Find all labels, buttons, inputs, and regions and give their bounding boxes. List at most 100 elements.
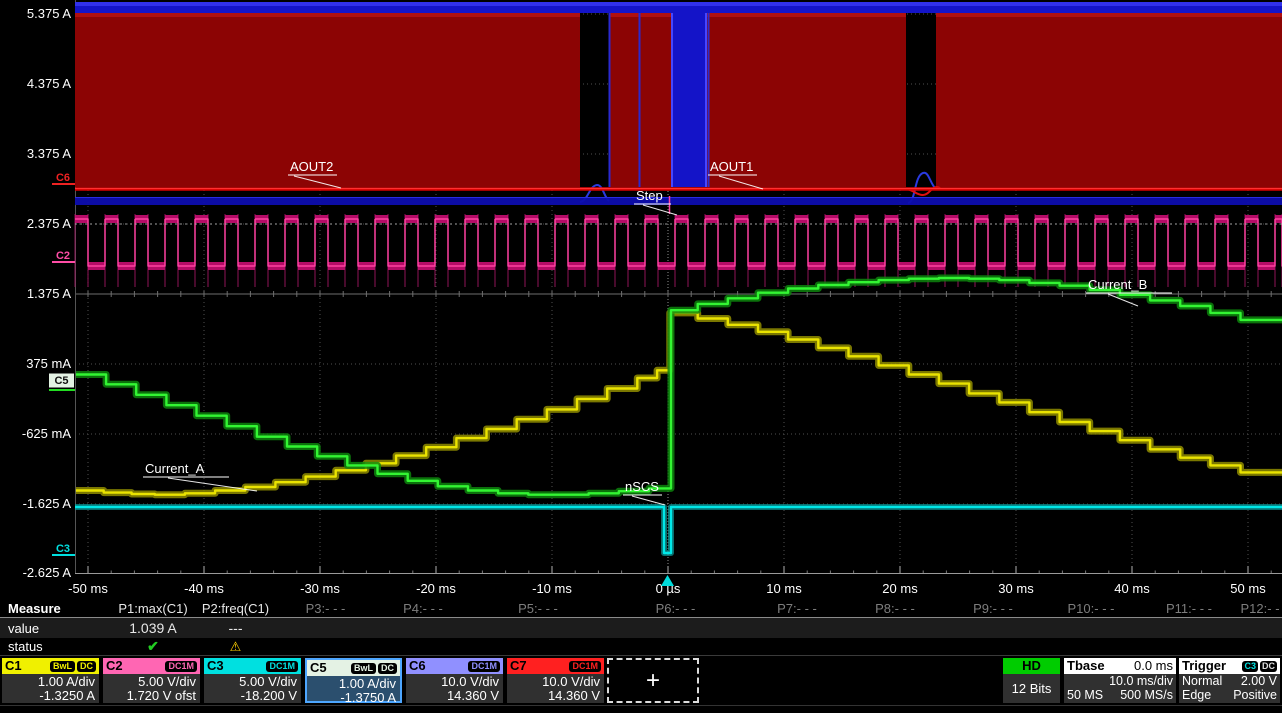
channel-descriptor-c3[interactable]: C3 DC1M 5.00 V/div-18.200 V [204,658,301,703]
svg-text:-10 ms: -10 ms [532,581,572,596]
measure-header-row: Measure P1:max(C1)P2:freq(C1)P3:- - -P4:… [0,600,1282,618]
svg-text:AOUT1: AOUT1 [710,159,753,174]
measure-p2-header[interactable]: P2:freq(C1) [193,601,278,616]
trace-aout-pwm [75,2,1282,205]
channel-scale: 5.00 V/div [204,675,297,689]
measure-p10-header[interactable]: P10:- - - [1042,601,1140,616]
svg-text:4.375 A: 4.375 A [27,76,71,91]
measure-p12-header[interactable]: P12:- - - [1238,601,1282,616]
descriptor-bar: C1BwLDC1.00 A/div-1.3250 AC2DC1M5.00 V/d… [0,655,1282,713]
channel-descriptor-c1[interactable]: C1BwLDC1.00 A/div-1.3250 A [2,658,99,703]
timebase-samples: 50 MS [1067,688,1103,702]
trigger-coupling-badge: DC [1260,661,1277,672]
coupling-badge: DC1M [266,661,298,672]
channel-scale: 1.00 A/div [307,677,396,691]
svg-text:50 ms: 50 ms [1230,581,1266,596]
coupling-badge: BwL [351,663,376,674]
channel-offset: -1.3250 A [2,689,95,703]
svg-text:Current_B: Current_B [1088,277,1147,292]
channel-descriptor-c2[interactable]: C2 DC1M 5.00 V/div1.720 V ofst [103,658,200,703]
measure-status-label: status [0,639,113,654]
svg-text:nSCS: nSCS [625,479,659,494]
measure-p6-header[interactable]: P6:- - - [603,601,748,616]
channel-offset: 14.360 V [507,689,600,703]
measure-p1-value: 1.039 A [113,620,193,636]
svg-text:10 ms: 10 ms [766,581,802,596]
acquisition-mode-box[interactable]: HD 12 Bits [1003,658,1060,703]
oscilloscope-screen: 5.375 A4.375 A3.375 A2.375 A1.375 A375 m… [0,0,1282,712]
svg-text:-625 mA: -625 mA [22,426,71,441]
svg-text:1.375 A: 1.375 A [27,286,71,301]
timebase-per-div: 10.0 ms/div [1109,674,1173,688]
coupling-badge: DC1M [569,661,601,672]
svg-text:30 ms: 30 ms [998,581,1034,596]
trigger-type: Edge [1182,688,1211,702]
coupling-badge: DC1M [468,661,500,672]
svg-text:C5: C5 [54,375,68,387]
svg-text:AOUT2: AOUT2 [290,159,333,174]
svg-text:-50 ms: -50 ms [68,581,108,596]
measure-p4-header[interactable]: P4:- - - [373,601,473,616]
measure-value-row: value 1.039 A--- [0,618,1282,638]
measure-p7-header[interactable]: P7:- - - [748,601,846,616]
svg-text:375 mA: 375 mA [26,356,71,371]
measure-value-label: value [0,621,113,636]
channel-offset: 1.720 V ofst [103,689,196,703]
svg-text:3.375 A: 3.375 A [27,146,71,161]
timebase-delay: 0.0 ms [1134,658,1173,674]
svg-text:C2: C2 [56,250,70,262]
channel-id-label: C7 [510,658,527,674]
trigger-source-badge: C3 [1242,661,1258,672]
coupling-badge: DC1M [165,661,197,672]
bit-depth-label: 12 Bits [1003,674,1060,696]
measure-p3-header[interactable]: P3:- - - [278,601,373,616]
channel-id-label: C1 [5,658,22,674]
channel-scale: 5.00 V/div [103,675,196,689]
coupling-badge: DC [378,663,397,674]
svg-text:40 ms: 40 ms [1114,581,1150,596]
channel-id-label: C3 [207,658,224,674]
svg-text:C6: C6 [56,172,70,184]
measure-p9-header[interactable]: P9:- - - [944,601,1042,616]
timebase-rate: 500 MS/s [1120,688,1173,702]
measure-p2-status-warn-icon: ⚠ [193,639,278,655]
waveform-display[interactable]: 5.375 A4.375 A3.375 A2.375 A1.375 A375 m… [0,0,1282,599]
timebase-box[interactable]: Tbase 0.0 ms 10.0 ms/div 50 MS 500 MS/s [1064,658,1176,703]
svg-text:-30 ms: -30 ms [300,581,340,596]
channel-offset: -1.3750 A [307,691,396,705]
channel-descriptor-c6[interactable]: C6DC1M10.0 V/div14.360 V [406,658,503,703]
channel-scale: 10.0 V/div [406,675,499,689]
channel-id-label: C2 [106,658,123,674]
svg-text:2.375 A: 2.375 A [27,216,71,231]
measure-p8-header[interactable]: P8:- - - [846,601,944,616]
svg-text:-20 ms: -20 ms [416,581,456,596]
measure-p1-header[interactable]: P1:max(C1) [113,601,193,616]
add-trace-button[interactable]: + [607,658,699,703]
measure-table: Measure P1:max(C1)P2:freq(C1)P3:- - -P4:… [0,600,1282,655]
svg-text:-1.625 A: -1.625 A [23,496,72,511]
plus-icon: + [646,667,660,695]
svg-text:Step: Step [636,188,663,203]
svg-text:20 ms: 20 ms [882,581,918,596]
measure-p2-value: --- [193,620,278,636]
channel-id-label: C5 [310,660,327,676]
svg-text:-2.625 A: -2.625 A [23,565,72,580]
svg-text:Current_A: Current_A [145,461,205,476]
trigger-box[interactable]: Trigger C3 DC Normal 2.00 V Edge Positiv… [1179,658,1280,703]
channel-scale: 10.0 V/div [507,675,600,689]
trigger-mode: Normal [1182,674,1222,688]
hd-mode-label: HD [1003,658,1060,674]
svg-text:-40 ms: -40 ms [184,581,224,596]
channel-scale: 1.00 A/div [2,675,95,689]
channel-offset: -18.200 V [204,689,297,703]
coupling-badge: BwL [50,661,75,672]
trigger-slope: Positive [1233,688,1277,702]
measure-title: Measure [0,601,113,616]
svg-text:C3: C3 [56,543,70,555]
measure-p5-header[interactable]: P5:- - - [473,601,603,616]
channel-descriptor-c7[interactable]: C7 DC1M 10.0 V/div14.360 V [507,658,604,703]
measure-p11-header[interactable]: P11:- - - [1140,601,1238,616]
channel-offset: 14.360 V [406,689,499,703]
channel-descriptor-c5[interactable]: C5 BwLDC 1.00 A/div-1.3750 A [305,658,402,703]
trigger-level: 2.00 V [1241,674,1277,688]
